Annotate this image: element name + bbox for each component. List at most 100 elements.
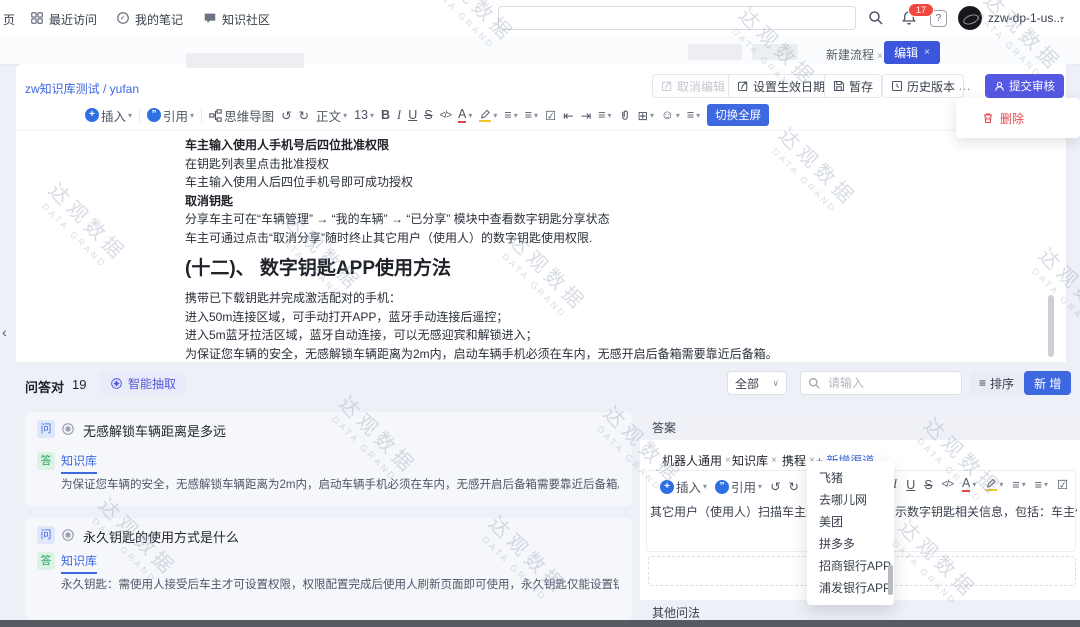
doc-line: 车主输入使用人手机号后四位批准权限	[185, 136, 1045, 155]
blurred-tab-1	[688, 44, 742, 60]
highlight-pen-icon	[985, 478, 997, 491]
ai-gear-icon	[110, 377, 123, 390]
user-avatar[interactable]	[958, 6, 982, 30]
toggle-fullscreen-button[interactable]: 切换全屏	[707, 104, 769, 126]
dropdown-item-pinduoduo[interactable]: 拼多多	[807, 533, 894, 555]
dropdown-scrollbar[interactable]	[888, 565, 893, 595]
close-icon[interactable]: ×	[771, 455, 777, 466]
outdent-button[interactable]: ⇤	[563, 108, 573, 123]
undo-button[interactable]: ↺	[281, 108, 291, 123]
breadcrumb[interactable]: zw知识库测试 / yufan	[25, 80, 139, 97]
insert-button[interactable]: +插入▾	[660, 477, 707, 496]
answer-source-tab[interactable]: 知识库	[61, 452, 97, 474]
indent-button[interactable]: ⇥	[581, 108, 591, 123]
mindmap-button[interactable]: 思维导图	[209, 106, 274, 125]
quote-button[interactable]: ”引用▾	[715, 477, 762, 496]
tab-new-process[interactable]: 新建流程×	[826, 46, 883, 63]
redo-button[interactable]: ↻	[299, 108, 309, 123]
recent-visits-icon	[30, 11, 44, 25]
answer-source-tab[interactable]: 知识库	[61, 552, 97, 574]
close-icon[interactable]: ×	[725, 455, 731, 466]
set-effective-date-button[interactable]: 设置生效日期	[728, 74, 834, 98]
answer-text: 永久钥匙：需使用人接受后车主才可设置权限，权限配置完成后使用人刷新页面即可使用，…	[61, 576, 619, 592]
align-button[interactable]: ≡▾	[598, 108, 611, 122]
dropdown-item-fliggy[interactable]: 飞猪	[807, 467, 894, 489]
search-icon[interactable]	[868, 10, 884, 26]
insert-button[interactable]: +插入▾	[85, 106, 132, 125]
undo-button[interactable]: ↺	[770, 479, 780, 494]
more-actions-menu: 删除	[956, 98, 1080, 138]
ordered-list-button[interactable]: ≡▾	[1035, 478, 1048, 492]
nav-item-community[interactable]: 知识社区	[222, 11, 270, 28]
answer-editor-text-left[interactable]: 其它用户（使用人）扫描车主分享的	[650, 503, 808, 520]
bold-button[interactable]: B	[381, 108, 390, 122]
font-color-button[interactable]: A▾	[458, 108, 472, 123]
nav-item-notes[interactable]: 我的笔记	[135, 11, 183, 28]
bullet-list-button[interactable]: ≡▾	[1012, 478, 1025, 492]
document-scrollbar[interactable]	[1048, 295, 1054, 357]
plus-circle-icon: +	[660, 480, 674, 494]
question-text[interactable]: 永久钥匙的使用方式是什么	[83, 527, 239, 546]
qa-search-input[interactable]	[826, 375, 950, 391]
global-search-input[interactable]	[507, 8, 841, 28]
dropdown-item-spdb-app[interactable]: 浦发银行APP	[807, 577, 894, 599]
collapse-sidebar-icon[interactable]: ‹	[2, 324, 7, 340]
underline-button[interactable]: U	[408, 108, 417, 122]
link-button[interactable]	[619, 109, 631, 122]
robot-icon	[61, 422, 75, 436]
delete-menu-item[interactable]: 删除	[1000, 110, 1024, 127]
channel-tab-knowledge-base[interactable]: 知识库×	[732, 452, 777, 469]
search-icon	[808, 377, 821, 390]
emoji-button[interactable]: ☺▾	[661, 108, 680, 122]
user-menu-chevron-icon[interactable]: ▾	[1060, 14, 1064, 23]
italic-button[interactable]: I	[397, 108, 401, 123]
highlight-color-button[interactable]: ▾	[985, 478, 1003, 491]
tab-edit-active[interactable]: 编辑×	[884, 41, 940, 64]
rich-text-toolbar: +插入▾ ”引用▾ 思维导图 ↺ ↻ 正文▾ 13▾ B I U S </> A…	[85, 102, 769, 128]
sort-button[interactable]: ≡ 排序	[970, 371, 1023, 395]
channel-dropdown-menu: 飞猪 去哪儿网 美团 拼多多 招商银行APP 浦发银行APP	[807, 461, 894, 605]
history-versions-button[interactable]: 历史版本	[882, 74, 964, 98]
nav-item-home[interactable]: 页	[3, 11, 15, 28]
strikethrough-button[interactable]: S	[424, 108, 432, 122]
ordered-list-button[interactable]: ≡▾	[525, 108, 538, 122]
line-spacing-button[interactable]: ≡▾	[687, 108, 700, 122]
answer-editor-text-right[interactable]: 示数字钥匙相关信息，包括：车主信息、车	[895, 503, 1077, 520]
username-label[interactable]: zzw-dp-1-us...	[988, 11, 1063, 25]
table-button[interactable]: ⊞▾	[638, 108, 655, 123]
tab-close-icon[interactable]: ×	[877, 51, 883, 62]
font-size-select[interactable]: 13▾	[354, 108, 374, 122]
nav-item-recent[interactable]: 最近访问	[49, 11, 97, 28]
paragraph-style-select[interactable]: 正文▾	[316, 106, 347, 125]
bullet-list-button[interactable]: ≡▾	[504, 108, 517, 122]
doc-line: 进入50m连接区域，可手动打开APP，蓝牙手动连接后遥控；	[185, 308, 1045, 327]
quote-button[interactable]: ”引用▾	[147, 106, 194, 125]
more-actions-button[interactable]: …	[958, 78, 972, 93]
qa-filter-select[interactable]: 全部∨	[727, 371, 787, 395]
dropdown-item-meituan[interactable]: 美团	[807, 511, 894, 533]
redo-button[interactable]: ↻	[789, 479, 799, 494]
save-draft-button[interactable]: 暂存	[824, 74, 882, 98]
doc-heading: (十二)、 数字钥匙APP使用方法	[185, 256, 1045, 282]
smart-extract-button[interactable]: 智能抽取	[100, 371, 186, 395]
font-color-button[interactable]: A▾	[962, 477, 976, 492]
channel-tab-robot-general[interactable]: 机器人通用×	[662, 452, 731, 469]
chevron-down-icon: ∨	[772, 378, 779, 389]
code-button[interactable]: </>	[942, 479, 953, 490]
dropdown-item-qunar[interactable]: 去哪儿网	[807, 489, 894, 511]
task-list-button[interactable]: ☑	[545, 108, 556, 123]
submit-review-button[interactable]: 提交审核	[985, 74, 1064, 98]
strikethrough-button[interactable]: S	[924, 478, 932, 492]
document-body[interactable]: 车主输入使用人手机号后四位批准权限 在钥匙列表里点击批准授权 车主输入使用人后四…	[185, 136, 1045, 363]
tab-close-icon[interactable]: ×	[924, 47, 930, 58]
underline-button[interactable]: U	[906, 478, 915, 492]
code-button[interactable]: </>	[440, 110, 451, 121]
add-qa-button[interactable]: 新 增	[1024, 371, 1071, 395]
highlight-color-button[interactable]: ▾	[479, 109, 497, 122]
answer-panel-header: 答案	[640, 412, 1080, 440]
question-text[interactable]: 无感解锁车辆距离是多远	[83, 421, 226, 440]
task-list-button[interactable]: ☑	[1057, 477, 1068, 492]
cancel-edit-button[interactable]: 取消编辑	[652, 74, 734, 98]
dropdown-item-cmb-app[interactable]: 招商银行APP	[807, 555, 894, 577]
doc-line: 车主输入使用人后四位手机号即可成功授权	[185, 173, 1045, 192]
